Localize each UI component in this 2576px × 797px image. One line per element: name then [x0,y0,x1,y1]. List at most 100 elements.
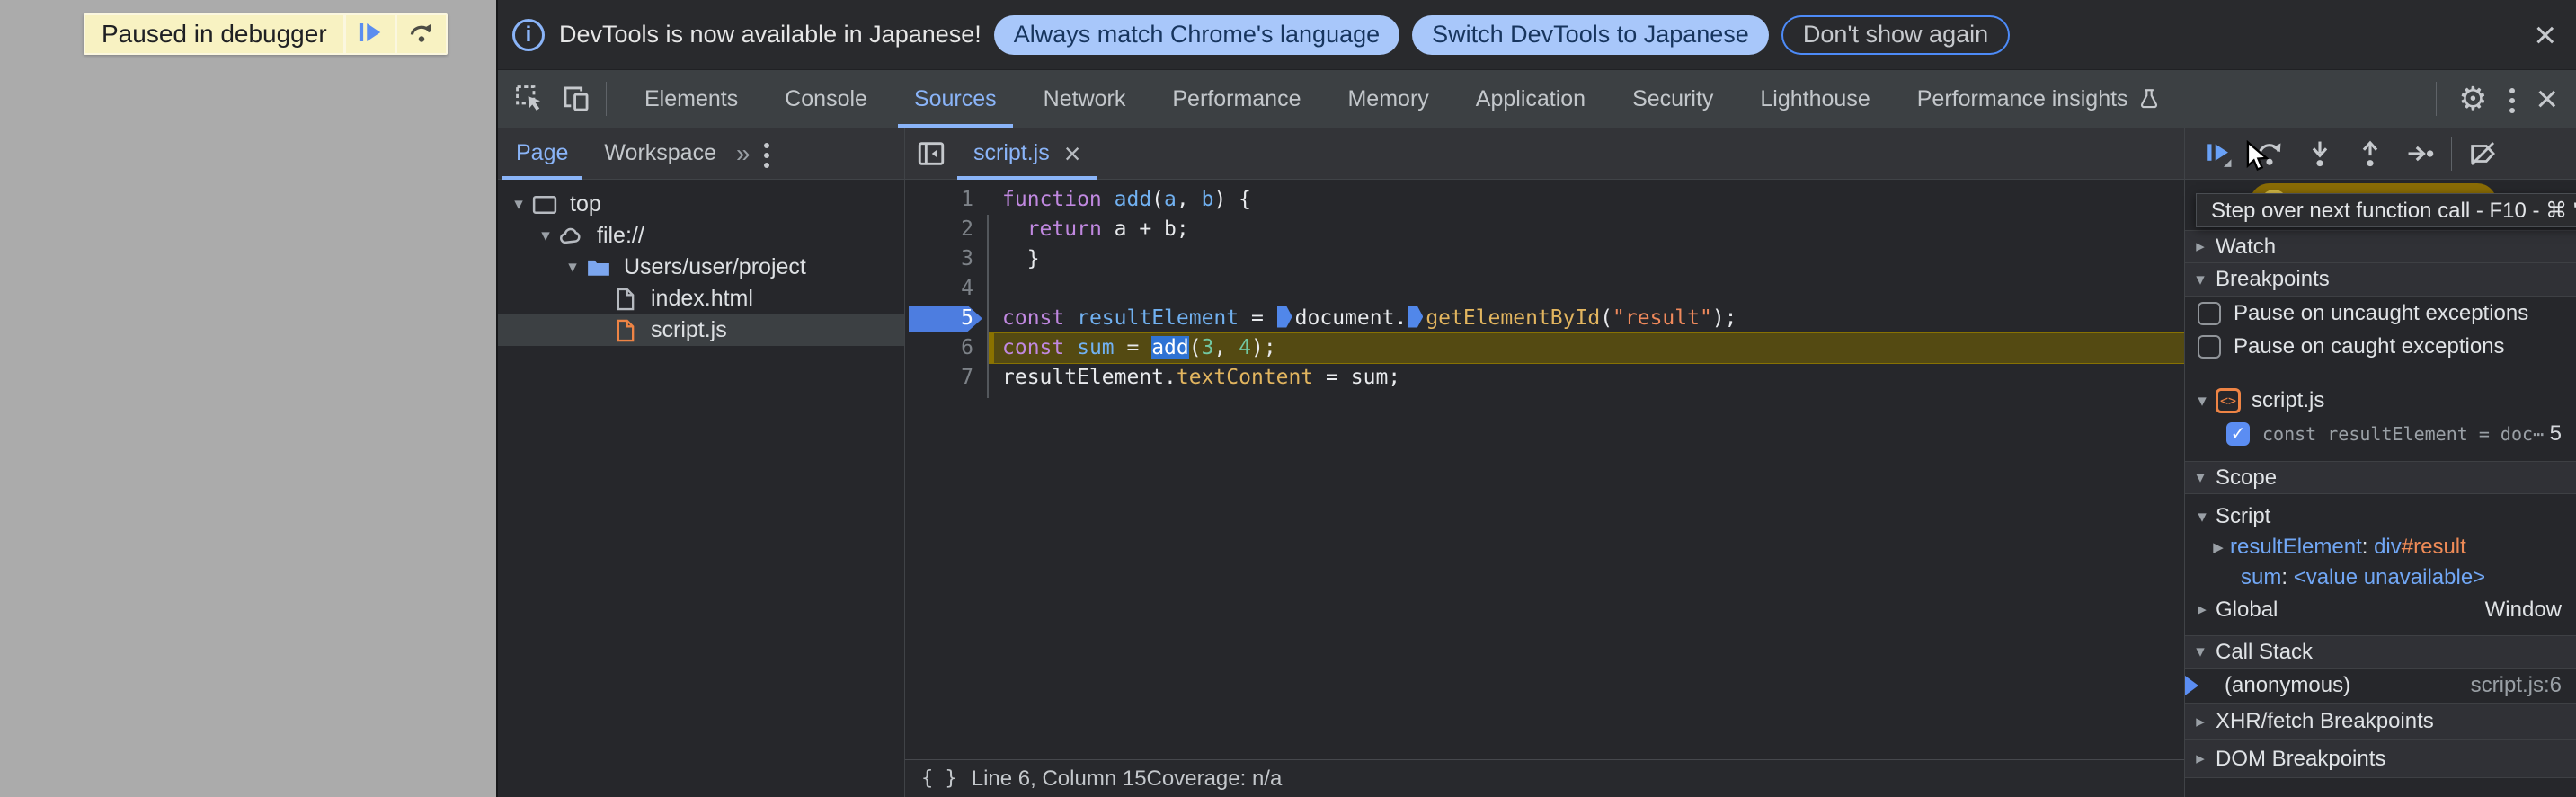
dont-show-again-button[interactable]: Don't show again [1781,14,2011,55]
tab-performance[interactable]: Performance [1149,70,1324,128]
step-icon[interactable] [2395,138,2446,169]
devtools-close-icon[interactable]: × [2536,80,2558,118]
tree-item-index.html[interactable]: index.html [498,283,904,314]
scope-var-sum[interactable]: sum: <value unavailable> [2185,562,2576,593]
switch-devtools-japanese-button[interactable]: Switch DevTools to Japanese [1412,14,1769,55]
step-into-icon[interactable] [2295,138,2345,169]
expand-caret-icon[interactable]: ▶ [2207,539,2230,555]
pretty-print-icon[interactable]: { } [921,767,957,790]
code-token: document [1294,306,1395,330]
pause-caught-exceptions-row[interactable]: Pause on caught exceptions [2185,330,2576,363]
checkbox-checked[interactable] [2226,421,2250,446]
line-code[interactable]: return a + b; [988,215,2184,244]
code-area[interactable]: 1 function add(a, b) {2 return a + b; 3 } 4… [905,180,2184,759]
frame-icon [530,191,559,218]
section-watch[interactable]: ▸ Watch [2185,230,2576,263]
more-options-kebab-icon[interactable] [2494,81,2530,117]
editor-tab-script-js[interactable]: script.js × [957,128,1097,180]
breakpoint-file-name: script.js [2252,388,2325,412]
tab-console[interactable]: Console [761,70,891,128]
resume-icon [357,19,384,50]
execution-line-code[interactable]: const sum = add(3, 4); [988,333,2184,363]
deactivate-breakpoints-icon[interactable] [2457,138,2508,169]
editor-tab-close-icon[interactable]: × [1064,139,1081,168]
line-code[interactable]: } [988,244,2184,274]
collapse-caret-icon: ▸ [2196,712,2205,731]
step-over-tooltip: Step over next function call - F10 - ⌘ ' [2196,193,2576,227]
checkbox-unchecked[interactable] [2198,334,2221,359]
scope-group-label: Global [2216,597,2278,622]
gutter-line-number[interactable]: 3 [905,244,988,274]
inline-breakpoint-marker[interactable] [1408,306,1424,328]
tree-item-top[interactable]: ▾ top [498,189,904,220]
gutter-line-number[interactable]: 1 [905,185,988,215]
section-label: Call Stack [2216,639,2314,664]
pause-uncaught-exceptions-row[interactable]: Pause on uncaught exceptions [2185,297,2576,330]
more-tabs-chevron-icon[interactable]: » [736,139,751,168]
code-token: = [1239,306,1276,330]
line-code[interactable]: const resultElement = document. getElemen… [988,304,2184,333]
source-editor: script.js × 1 function add(a, b) {2 retur… [905,128,2184,797]
tree-item-label: file:// [597,223,644,248]
device-toolbar-icon[interactable] [561,84,591,114]
code-token: add [1151,336,1189,359]
line-number: 4 [961,277,973,300]
checkbox-unchecked[interactable] [2198,301,2221,325]
code-token: } [1002,247,1040,270]
tab-sources[interactable]: Sources [891,70,1020,128]
tree-item-users-user-project[interactable]: ▾ Users/user/project [498,252,904,283]
settings-gear-icon[interactable]: ⚙ [2458,80,2487,118]
code-token: b [1201,188,1214,211]
tab-page[interactable]: Page [498,128,586,180]
tab-memory[interactable]: Memory [1324,70,1452,128]
cloud-icon [557,223,586,250]
resume-script-button[interactable] [345,15,395,53]
resume-script-execution-icon[interactable] [2194,138,2244,169]
tab-network[interactable]: Network [1020,70,1150,128]
section-dom-breakpoints[interactable]: ▸ DOM Breakpoints [2185,740,2576,778]
tab-lighthouse[interactable]: Lighthouse [1737,70,1893,128]
tree-item-label: index.html [651,286,753,311]
navigator-menu-kebab-icon[interactable] [749,136,785,172]
expand-caret-icon[interactable]: ▾ [561,257,584,278]
tree-item-file-[interactable]: ▾ file:// [498,220,904,252]
section-scope[interactable]: ▾ Scope [2185,461,2576,494]
scope-script-group[interactable]: ▾ Script [2185,501,2576,532]
code-token: ( [1188,336,1202,359]
expand-caret-icon[interactable]: ▾ [534,226,557,246]
inline-breakpoint-marker[interactable] [1276,306,1292,328]
notification-close-icon[interactable]: × [2534,15,2556,54]
line-code[interactable]: resultElement.textContent = sum; [988,363,2184,393]
code-token: 4 [1239,336,1252,359]
gutter-line-number[interactable]: 6 [905,333,988,363]
line-number: 5 [961,306,973,330]
tab-elements[interactable]: Elements [621,70,761,128]
breakpoint-file-group[interactable]: ▾ <> script.js [2185,385,2576,417]
gutter-line-number[interactable]: 7 [905,363,988,393]
section-xhr-breakpoints[interactable]: ▸ XHR/fetch Breakpoints [2185,703,2576,740]
line-code[interactable] [988,274,2184,304]
scope-var-resultElement[interactable]: ▶ resultElement: div #result [2185,532,2576,562]
gutter-line-number[interactable]: 2 [905,215,988,244]
gutter-breakpoint[interactable]: 5 [905,304,988,333]
section-breakpoints[interactable]: ▾ Breakpoints [2185,263,2576,297]
breakpoint-entry-row[interactable]: const resultElement = doc⋯ 5 [2185,417,2576,450]
tree-item-script.js[interactable]: script.js [498,314,904,346]
line-code[interactable]: function add(a, b) { [988,185,2184,215]
hide-navigator-icon[interactable] [916,138,946,169]
call-stack-frame[interactable]: (anonymous) script.js:6 [2185,669,2576,703]
tab-workspace[interactable]: Workspace [586,128,734,180]
step-out-icon[interactable] [2345,138,2395,169]
expand-caret-icon[interactable]: ▾ [507,194,530,215]
tab-performance-insights[interactable]: Performance insights [1894,70,2184,128]
tab-application[interactable]: Application [1452,70,1609,128]
always-match-language-button[interactable]: Always match Chrome's language [993,14,1400,55]
step-over-banner-button[interactable] [396,15,446,53]
section-call-stack[interactable]: ▾ Call Stack [2185,635,2576,669]
collapse-caret-icon: ▸ [2196,749,2205,768]
inspect-element-icon[interactable] [514,84,545,114]
tab-security[interactable]: Security [1609,70,1737,128]
gutter-line-number[interactable]: 4 [905,274,988,304]
scope-global-group[interactable]: ▸ Global Window [2185,593,2576,626]
